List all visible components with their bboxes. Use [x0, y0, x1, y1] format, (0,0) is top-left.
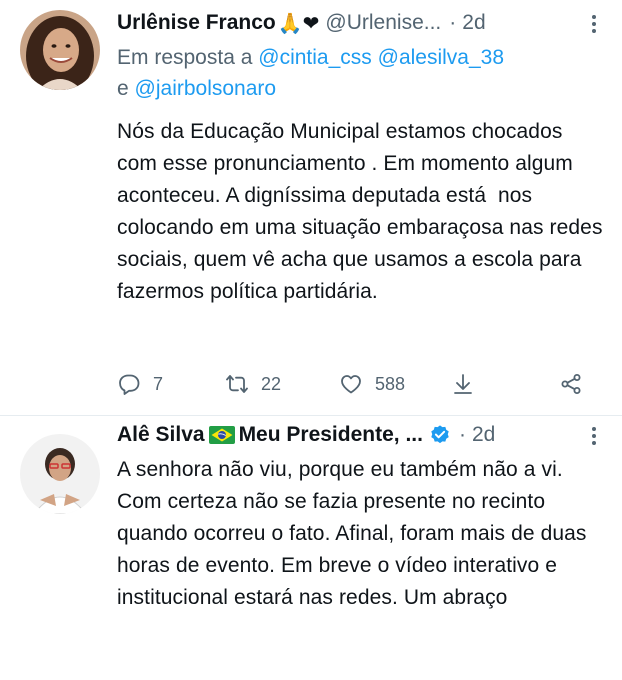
tweet-actions: 7 22 588 [117, 372, 592, 402]
reply-button[interactable]: 7 [117, 372, 163, 396]
heart-icon [341, 375, 361, 394]
like-button[interactable]: 588 [339, 372, 405, 396]
author-handle[interactable]: @Urlenise... [325, 11, 441, 35]
tweet-header: Urlênise Franco 🙏❤ @Urlenise... · 2d [117, 6, 604, 40]
share-button[interactable] [559, 372, 583, 396]
download-icon [454, 374, 472, 394]
tweet-time[interactable]: 2d [462, 11, 485, 35]
like-count: 588 [375, 373, 406, 394]
tweet-urlenise[interactable]: Urlênise Franco 🙏❤ @Urlenise... · 2d Em … [0, 0, 622, 416]
avatar-urlenise[interactable] [20, 10, 100, 90]
reply-count: 7 [153, 373, 164, 394]
tweet-text: Nós da Educação Municipal estamos chocad… [117, 120, 609, 303]
brazil-flag-icon [208, 426, 235, 444]
retweet-button[interactable]: 22 [225, 372, 281, 396]
download-button[interactable] [451, 372, 475, 396]
reply-prefix: Em resposta a [117, 46, 253, 69]
retweet-icon [226, 375, 248, 393]
author-name-suffix[interactable]: Meu Presidente, ... [239, 423, 423, 447]
separator-dot: · [449, 11, 457, 34]
mention-jairbolsonaro[interactable]: @jairbolsonaro [135, 77, 277, 100]
reply-and: e [117, 77, 129, 100]
retweet-count: 22 [261, 373, 282, 394]
avatar-alesilva[interactable] [20, 434, 100, 514]
reply-context: Em resposta a @cintia_css @alesilva_38 e… [117, 42, 604, 104]
name-emoji: 🙏❤ [277, 11, 320, 35]
reply-icon [119, 374, 140, 395]
tweet-time[interactable]: 2d [472, 423, 495, 447]
author-name[interactable]: Urlênise Franco [117, 11, 276, 35]
tweet-text: A senhora não viu, porque eu também não … [117, 458, 587, 609]
mention-alesilva[interactable]: @alesilva_38 [378, 46, 504, 69]
mention-cintia[interactable]: @cintia_css [258, 46, 372, 69]
tweet-alesilva[interactable]: Alê Silva Meu Presidente, ... · 2d A sen… [0, 416, 622, 680]
share-icon [561, 374, 581, 394]
more-options-icon[interactable] [584, 12, 604, 36]
verified-badge-icon [431, 425, 449, 444]
separator-dot: · [458, 423, 466, 446]
more-options-icon[interactable] [584, 424, 604, 448]
tweet-header: Alê Silva Meu Presidente, ... · 2d [117, 418, 604, 452]
author-name-prefix[interactable]: Alê Silva [117, 423, 205, 447]
